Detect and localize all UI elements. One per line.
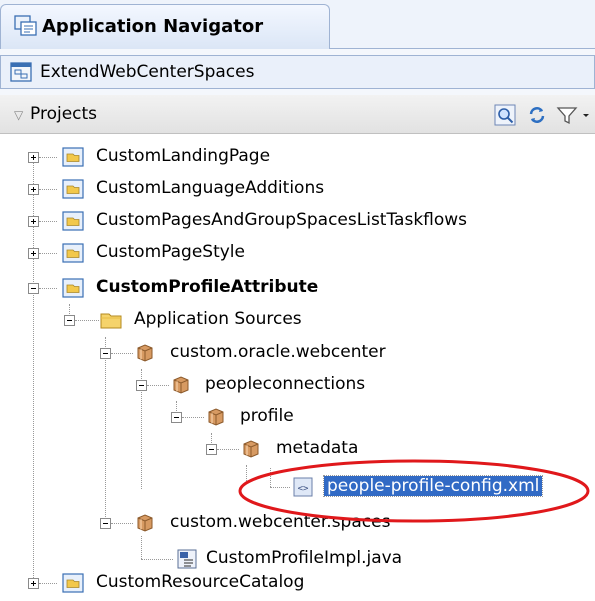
projects-label: Projects [30, 104, 98, 124]
tree-line [147, 385, 169, 386]
collapse-triangle-icon[interactable]: ▽ [14, 108, 23, 122]
project-folder-icon [62, 146, 84, 168]
package-icon [170, 374, 192, 396]
tree-node-label: profile [240, 406, 294, 426]
tree-line [182, 417, 204, 418]
tree-node-label: CustomResourceCatalog [96, 572, 305, 592]
expand-icon[interactable] [28, 216, 39, 227]
tree-line [111, 523, 133, 524]
tree-node-label: CustomLanguageAdditions [96, 178, 325, 198]
filter-icon[interactable] [556, 104, 592, 126]
navigator-tab[interactable]: Application Navigator [0, 4, 330, 49]
expand-icon[interactable] [28, 152, 39, 163]
collapse-icon[interactable] [171, 412, 182, 423]
expand-icon[interactable] [28, 578, 39, 589]
project-tree: CustomLandingPage CustomLanguageAddition… [0, 133, 595, 601]
project-folder-icon [62, 242, 84, 264]
tree-node-label: peopleconnections [205, 374, 366, 394]
project-folder-icon [62, 210, 84, 232]
package-icon [205, 406, 227, 428]
tree-node-label: custom.oracle.webcenter [170, 342, 386, 362]
tree-line [111, 353, 133, 354]
tree-line [75, 320, 99, 321]
tree-node-label: CustomLandingPage [96, 146, 271, 166]
expand-icon[interactable] [28, 184, 39, 195]
navigator-title-bar: Application Navigator [0, 0, 595, 49]
refresh-icon[interactable] [526, 104, 548, 126]
package-icon [134, 512, 156, 534]
project-folder-icon [62, 178, 84, 200]
expand-icon[interactable] [28, 248, 39, 259]
tree-line [39, 253, 57, 254]
tree-line [217, 449, 239, 450]
application-bar: ExtendWebCenterSpaces [0, 49, 595, 96]
navigator-icon [14, 15, 37, 36]
projects-panel-header[interactable]: ▽ Projects [0, 95, 595, 134]
collapse-icon[interactable] [206, 444, 217, 455]
highlight-ellipse-annotation [238, 459, 590, 523]
search-icon[interactable] [494, 104, 516, 126]
tree-line [39, 583, 57, 584]
project-folder-icon [62, 572, 84, 594]
tree-node-label: CustomProfileAttribute [96, 277, 319, 297]
tree-line [105, 337, 106, 523]
package-icon [134, 342, 156, 364]
application-name: ExtendWebCenterSpaces [40, 62, 255, 82]
tree-node-label: CustomPagesAndGroupSpacesListTaskflows [96, 210, 468, 230]
navigator-title: Application Navigator [42, 16, 264, 37]
java-file-icon [176, 548, 198, 570]
folder-icon [100, 309, 122, 331]
tree-line [39, 288, 57, 289]
tree-node-label: CustomProfileImpl.java [206, 548, 403, 568]
tree-node-label: CustomPageStyle [96, 242, 245, 262]
tree-line [141, 536, 142, 559]
tree-line [39, 157, 57, 158]
project-folder-icon [62, 277, 84, 299]
tree-line [39, 189, 57, 190]
collapse-icon[interactable] [100, 518, 111, 529]
collapse-icon[interactable] [100, 348, 111, 359]
collapse-icon[interactable] [136, 380, 147, 391]
application-icon [10, 62, 32, 82]
tree-node-label: Application Sources [134, 309, 302, 329]
collapse-icon[interactable] [28, 283, 39, 294]
collapse-icon[interactable] [64, 315, 75, 326]
tree-line [141, 559, 173, 560]
tree-node-label: metadata [276, 438, 359, 458]
tree-line [39, 221, 57, 222]
